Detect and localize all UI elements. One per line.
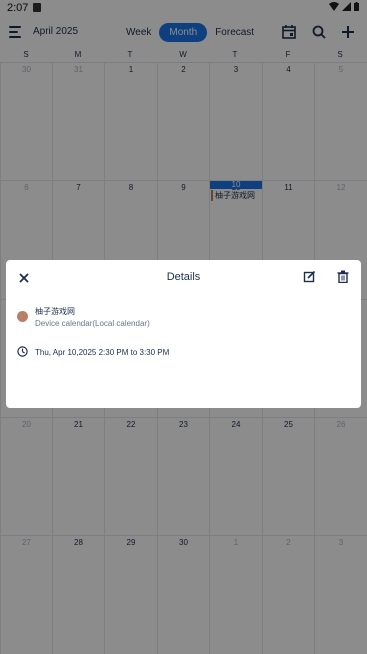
event-calendar-name: Device calendar(Local calendar) bbox=[35, 319, 150, 328]
event-details-dialog: Details 柚子游戏网 Device calendar(Local cale… bbox=[6, 260, 361, 408]
clock-icon bbox=[17, 346, 28, 357]
event-time: Thu, Apr 10,2025 2:30 PM to 3:30 PM bbox=[35, 348, 170, 357]
delete-icon[interactable] bbox=[337, 270, 349, 283]
event-title: 柚子游戏网 bbox=[35, 307, 75, 316]
edit-icon[interactable] bbox=[303, 270, 316, 283]
event-color-dot bbox=[17, 311, 28, 322]
